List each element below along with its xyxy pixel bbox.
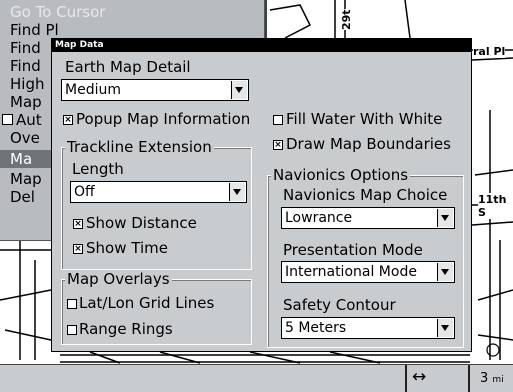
fill-water-with-white-checkbox[interactable] bbox=[273, 115, 283, 125]
menu-item-find[interactable]: Find Pl bbox=[0, 21, 262, 39]
lat-lon-grid-lines-checkbox[interactable] bbox=[67, 299, 77, 309]
dropdown-value: Lowrance bbox=[285, 210, 353, 226]
dropdown-value: International Mode bbox=[285, 264, 417, 280]
dropdown-value: Medium bbox=[65, 82, 121, 98]
dropdown-value: 5 Meters bbox=[285, 320, 347, 336]
menu-item-label: Find bbox=[10, 39, 41, 57]
menu-item-label: Find Pl bbox=[10, 21, 59, 39]
navionics-options-title: Navionics Options bbox=[271, 166, 411, 184]
range-rings-label: Range Rings bbox=[79, 320, 173, 338]
earth-map-detail-dropdown[interactable]: Medium bbox=[61, 79, 249, 101]
menu-item-label: Map bbox=[10, 93, 42, 111]
menu-item-label: Del bbox=[10, 188, 35, 206]
scale-unit: mi bbox=[492, 375, 504, 385]
dialog-title-bar: Map Data bbox=[52, 39, 471, 52]
left-right-arrow-icon[interactable]: ↔ bbox=[412, 367, 426, 387]
status-bar: ↔ 3 mi bbox=[0, 364, 513, 392]
dropdown-button[interactable] bbox=[437, 263, 453, 281]
show-distance-checkbox[interactable]: × bbox=[73, 219, 83, 229]
menu-item-label: Aut bbox=[16, 111, 42, 129]
chevron-down-icon bbox=[441, 215, 449, 221]
menu-item-label: High bbox=[10, 75, 45, 93]
status-separator bbox=[468, 365, 470, 392]
menu-item-label: Map bbox=[10, 170, 42, 188]
map-street-label: ral Pl bbox=[473, 45, 506, 58]
show-time-checkbox[interactable]: × bbox=[73, 244, 83, 254]
range-rings-checkbox[interactable] bbox=[67, 325, 77, 335]
draw-map-boundaries-checkbox[interactable]: × bbox=[273, 140, 283, 150]
show-distance-label: Show Distance bbox=[86, 214, 197, 232]
dropdown-button[interactable] bbox=[437, 319, 453, 337]
dialog-title: Map Data bbox=[55, 40, 104, 50]
chevron-down-icon bbox=[441, 269, 449, 275]
menu-item-label: Find bbox=[10, 57, 41, 75]
presentation-mode-dropdown[interactable]: International Mode bbox=[281, 261, 455, 283]
lat-lon-grid-lines-label: Lat/Lon Grid Lines bbox=[79, 294, 215, 312]
map-scale: 3 mi bbox=[480, 371, 504, 386]
trackline-extension-title: Trackline Extension bbox=[65, 138, 214, 156]
chevron-down-icon bbox=[235, 87, 243, 93]
navionics-map-choice-dropdown[interactable]: Lowrance bbox=[281, 207, 455, 229]
menu-item-go-to-cursor[interactable]: Go To Cursor bbox=[0, 3, 262, 21]
length-dropdown[interactable]: Off bbox=[70, 181, 247, 203]
dropdown-button[interactable] bbox=[229, 183, 245, 201]
navionics-map-choice-label: Navionics Map Choice bbox=[283, 186, 448, 204]
dropdown-button[interactable] bbox=[231, 81, 247, 99]
chevron-down-icon bbox=[233, 189, 241, 195]
status-separator bbox=[405, 365, 407, 392]
dropdown-button[interactable] bbox=[437, 209, 453, 227]
safety-contour-label: Safety Contour bbox=[283, 296, 396, 314]
draw-map-boundaries-label: Draw Map Boundaries bbox=[286, 135, 451, 153]
show-time-label: Show Time bbox=[86, 239, 168, 257]
earth-map-detail-label: Earth Map Detail bbox=[65, 58, 191, 76]
dropdown-value: Off bbox=[74, 184, 95, 200]
menu-item-label: Go To Cursor bbox=[10, 3, 106, 21]
safety-contour-dropdown[interactable]: 5 Meters bbox=[281, 317, 455, 339]
chevron-down-icon bbox=[441, 325, 449, 331]
menu-item-label: Ma bbox=[10, 150, 33, 168]
map-data-dialog: Map Data Earth Map Detail Medium × Popup… bbox=[51, 38, 472, 352]
presentation-mode-label: Presentation Mode bbox=[283, 241, 423, 259]
map-street-label: 11th S bbox=[478, 193, 513, 219]
map-street-label: 29t bbox=[340, 9, 353, 30]
scale-value: 3 bbox=[480, 371, 489, 386]
popup-map-information-label: Popup Map Information bbox=[76, 110, 251, 128]
checkbox[interactable] bbox=[2, 114, 13, 125]
length-label: Length bbox=[72, 160, 124, 178]
popup-map-information-checkbox[interactable]: × bbox=[63, 115, 73, 125]
fill-water-with-white-label: Fill Water With White bbox=[286, 110, 443, 128]
map-overlays-title: Map Overlays bbox=[65, 270, 172, 288]
menu-item-label: Ove bbox=[10, 129, 40, 147]
